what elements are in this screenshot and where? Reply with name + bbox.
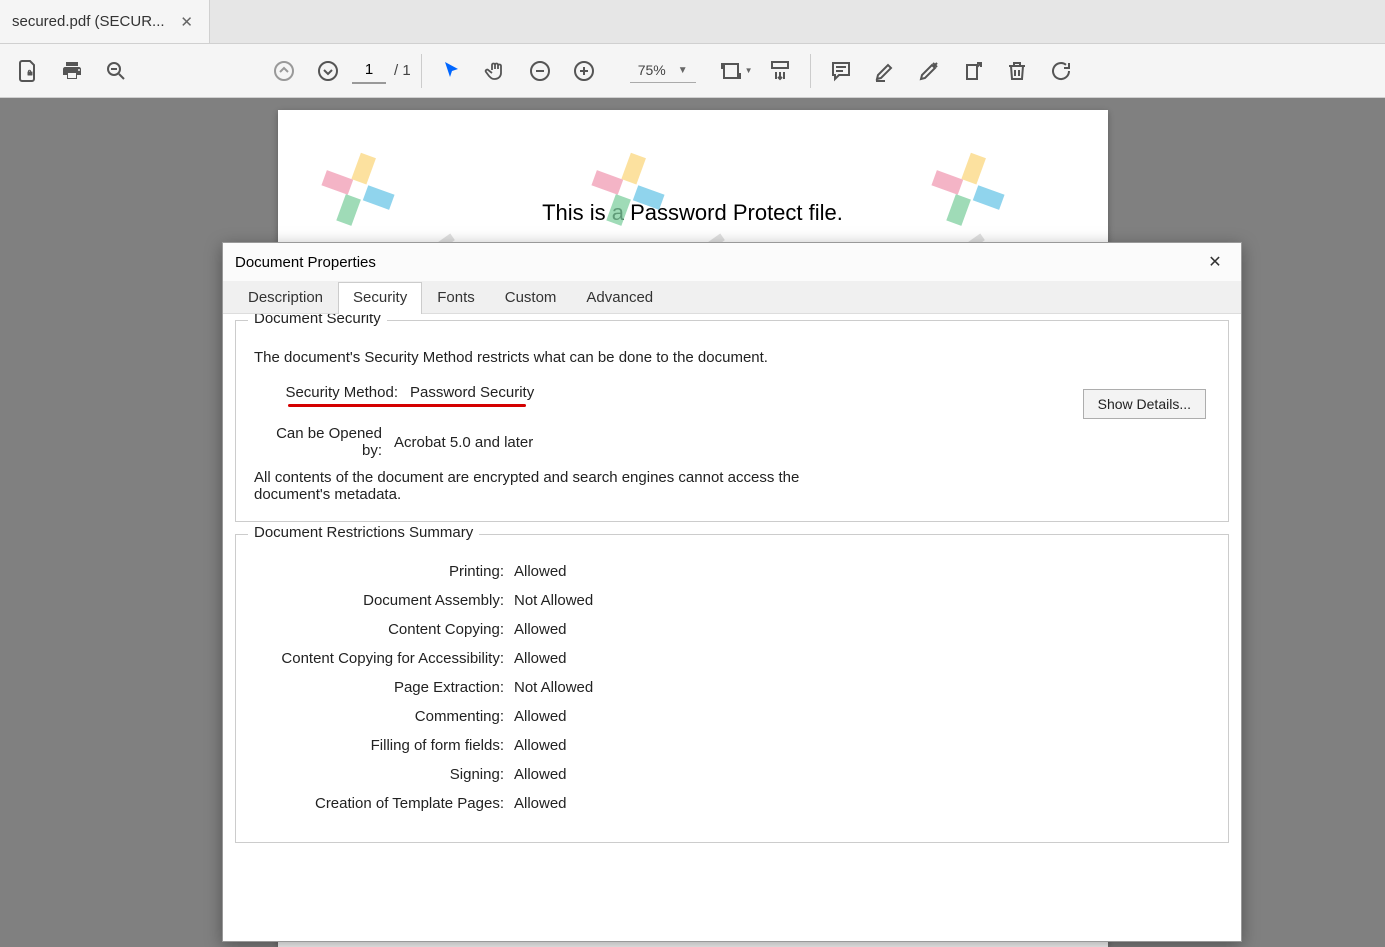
watermark-icon (318, 150, 398, 230)
open-by-label: Can be Opened by: (254, 425, 394, 459)
erase-icon[interactable] (909, 51, 949, 91)
restriction-label: Content Copying for Accessibility: (254, 650, 514, 667)
security-method-label: Security Method: (270, 384, 410, 401)
dialog-tabs: Description Security Fonts Custom Advanc… (223, 281, 1241, 314)
restriction-row: Document Assembly:Not Allowed (254, 592, 1210, 609)
restrictions-list: Printing:AllowedDocument Assembly:Not Al… (254, 563, 1210, 812)
tab-security[interactable]: Security (338, 282, 422, 314)
search-icon[interactable] (96, 51, 136, 91)
security-method-value: Password Security (410, 384, 534, 401)
zoom-in-icon[interactable] (564, 51, 604, 91)
restriction-row: Content Copying for Accessibility:Allowe… (254, 650, 1210, 667)
restriction-label: Page Extraction: (254, 679, 514, 696)
open-by-row: Can be Opened by: Acrobat 5.0 and later (254, 425, 1210, 459)
restriction-label: Creation of Template Pages: (254, 795, 514, 812)
hand-tool-icon[interactable] (476, 51, 516, 91)
document-tab[interactable]: secured.pdf (SECUR... ✕ (0, 0, 210, 43)
restriction-row: Signing:Allowed (254, 766, 1210, 783)
tab-bar: secured.pdf (SECUR... ✕ (0, 0, 1385, 44)
dialog-titlebar[interactable]: Document Properties ✕ (223, 243, 1241, 281)
show-details-button[interactable]: Show Details... (1083, 389, 1206, 419)
zoom-value: 75% (638, 62, 666, 78)
restriction-label: Content Copying: (254, 621, 514, 638)
toolbar: / 1 75% ▼ ▼ (0, 44, 1385, 98)
restriction-value: Allowed (514, 766, 567, 783)
watermark-icon (588, 150, 668, 230)
security-description: The document's Security Method restricts… (254, 349, 1210, 366)
page-number-input[interactable] (352, 57, 386, 84)
select-tool-icon[interactable] (432, 51, 472, 91)
document-tab-title: secured.pdf (SECUR... (12, 13, 165, 30)
restriction-label: Document Assembly: (254, 592, 514, 609)
tab-description[interactable]: Description (233, 282, 338, 314)
watermark-icon (928, 150, 1008, 230)
restriction-label: Filling of form fields: (254, 737, 514, 754)
reflow-icon[interactable] (760, 51, 800, 91)
fit-page-icon[interactable]: ▼ (716, 51, 756, 91)
section-title: Document Restrictions Summary (248, 524, 479, 541)
open-by-value: Acrobat 5.0 and later (394, 434, 533, 451)
restriction-row: Filling of form fields:Allowed (254, 737, 1210, 754)
zoom-out-icon[interactable] (520, 51, 560, 91)
section-title: Document Security (248, 314, 387, 327)
secure-file-icon[interactable] (8, 51, 48, 91)
security-method-row: Security Method: Password Security (270, 384, 1210, 401)
restriction-label: Signing: (254, 766, 514, 783)
restriction-value: Allowed (514, 650, 567, 667)
tab-custom[interactable]: Custom (490, 282, 572, 314)
chevron-down-icon: ▼ (745, 66, 753, 75)
next-page-icon[interactable] (308, 51, 348, 91)
restrictions-section: Document Restrictions Summary Printing:A… (235, 534, 1229, 843)
document-security-section: Document Security The document's Securit… (235, 320, 1229, 522)
restriction-value: Allowed (514, 795, 567, 812)
chevron-down-icon: ▼ (678, 65, 688, 76)
rotate-page-icon[interactable] (953, 51, 993, 91)
tab-fonts[interactable]: Fonts (422, 282, 490, 314)
restriction-label: Commenting: (254, 708, 514, 725)
toolbar-separator (421, 54, 422, 88)
restriction-label: Printing: (254, 563, 514, 580)
restriction-row: Printing:Allowed (254, 563, 1210, 580)
restriction-value: Allowed (514, 708, 567, 725)
dialog-body: Document Security The document's Securit… (223, 314, 1241, 941)
restriction-value: Not Allowed (514, 679, 593, 696)
close-dialog-button[interactable]: ✕ (1201, 248, 1229, 276)
close-tab-icon[interactable]: ✕ (176, 13, 197, 31)
page-total-label: / 1 (394, 62, 411, 79)
document-properties-dialog: Document Properties ✕ Description Securi… (222, 242, 1242, 942)
restriction-row: Content Copying:Allowed (254, 621, 1210, 638)
dialog-title: Document Properties (235, 254, 376, 271)
comment-icon[interactable] (821, 51, 861, 91)
zoom-dropdown[interactable]: 75% ▼ (630, 58, 696, 83)
restriction-value: Allowed (514, 621, 567, 638)
delete-icon[interactable] (997, 51, 1037, 91)
metadata-note: All contents of the document are encrypt… (254, 469, 854, 503)
restriction-value: Allowed (514, 563, 567, 580)
toolbar-separator (810, 54, 811, 88)
restriction-row: Page Extraction:Not Allowed (254, 679, 1210, 696)
restriction-value: Allowed (514, 737, 567, 754)
rotate-icon[interactable] (1041, 51, 1081, 91)
restriction-row: Creation of Template Pages:Allowed (254, 795, 1210, 812)
highlight-icon[interactable] (865, 51, 905, 91)
restriction-row: Commenting:Allowed (254, 708, 1210, 725)
prev-page-icon[interactable] (264, 51, 304, 91)
print-icon[interactable] (52, 51, 92, 91)
tab-advanced[interactable]: Advanced (571, 282, 668, 314)
restriction-value: Not Allowed (514, 592, 593, 609)
